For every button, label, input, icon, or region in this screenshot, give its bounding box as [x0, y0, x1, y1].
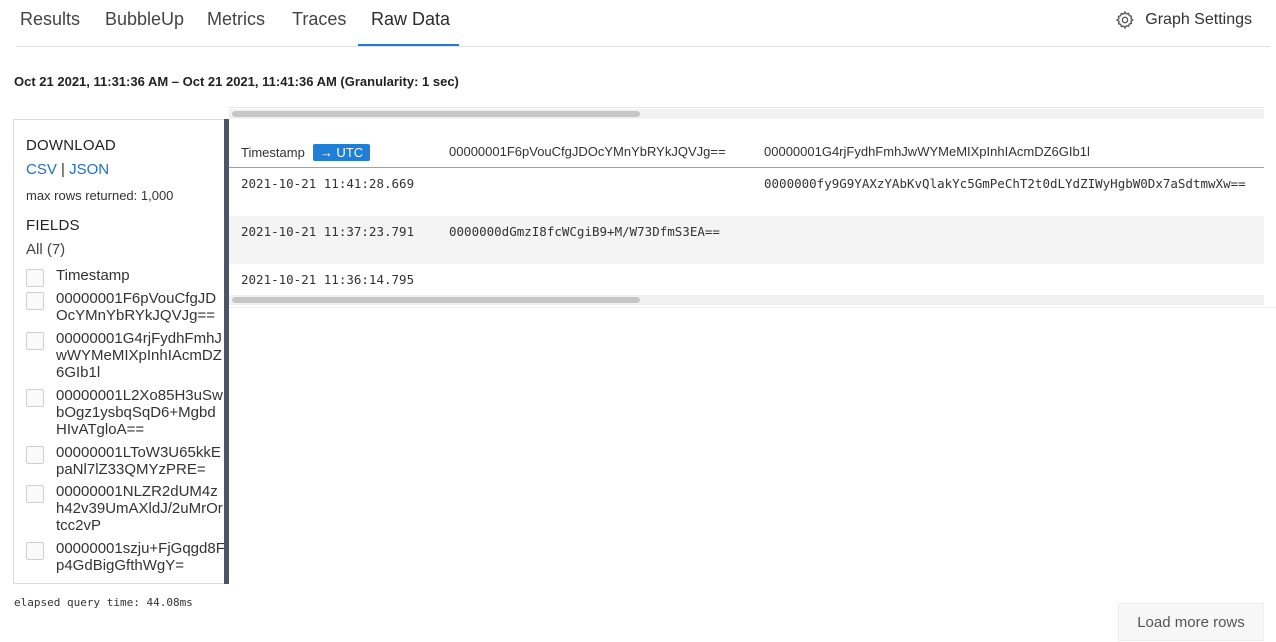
table-cell-timestamp: 2021-10-21 11:37:23.791 [241, 224, 415, 239]
table-cell: 0000000dGmzI8fcWCgiB9+M/W73DfmS3EA== [449, 224, 720, 239]
scrollbar-thumb[interactable] [232, 297, 640, 303]
field-checkbox[interactable] [26, 389, 44, 407]
table-cell: 0000000fy9G9YAXzYAbKvQlakYc5GmPeChT2t0dL… [764, 176, 1246, 191]
field-checkbox[interactable] [26, 292, 44, 310]
column-header-timestamp[interactable]: Timestamp → UTC [241, 144, 371, 161]
field-label: 00000001F6pVouCfgJDOcYMnYbRYkJQVJg== [56, 290, 217, 324]
field-item[interactable]: 00000001NLZR2dUM4zh42v39UmAXldJ/2uMrOrtc… [26, 483, 226, 534]
tab-bar-divider [16, 46, 1270, 47]
tab-bubbleup[interactable]: BubbleUp [105, 9, 184, 30]
column-header-label: Timestamp [241, 145, 305, 160]
field-label: 00000001LToW3U65kkEpaNl7lZ33QMYzPRE= [56, 444, 221, 478]
tab-results[interactable]: Results [20, 9, 80, 30]
tab-raw-data[interactable]: Raw Data [371, 9, 450, 30]
table-row: 2021-10-21 11:37:23.791 0000000dGmzI8fcW… [229, 216, 1264, 264]
field-item[interactable]: 00000001G4rjFydhFmhJwWYMeMIXpInhIAcmDZ6G… [26, 330, 226, 381]
field-checkbox[interactable] [26, 446, 44, 464]
utc-toggle-badge[interactable]: → UTC [312, 144, 371, 161]
field-item[interactable]: Timestamp [26, 267, 226, 287]
field-label: Timestamp [56, 267, 130, 284]
all-fields-toggle[interactable]: All (7) [26, 241, 65, 258]
elapsed-query-time: elapsed query time: 44.08ms [14, 596, 193, 609]
field-checkbox[interactable] [26, 542, 44, 560]
field-label: 00000001NLZR2dUM4zh42v39UmAXldJ/2uMrOrtc… [56, 483, 223, 534]
tab-traces[interactable]: Traces [292, 9, 346, 30]
horizontal-scrollbar-bottom[interactable] [229, 295, 1264, 305]
time-range: Oct 21 2021, 11:31:36 AM – Oct 21 2021, … [14, 74, 459, 89]
field-item[interactable]: 00000001szju+FjGqgd8Fp4GdBigGfthWgY= [26, 540, 226, 574]
table-row: 2021-10-21 11:41:28.669 0000000fy9G9YAXz… [229, 168, 1264, 216]
scrollbar-thumb[interactable] [232, 111, 640, 117]
max-rows-note: max rows returned: 1,000 [26, 188, 174, 203]
field-checkbox[interactable] [26, 269, 44, 287]
column-header[interactable]: 00000001F6pVouCfgJDOcYMnYbRYkJQVJg== [449, 144, 726, 159]
table-row: 2021-10-21 11:36:14.795 [229, 264, 1264, 295]
field-checkbox[interactable] [26, 332, 44, 350]
download-links: CSV | JSON [26, 161, 109, 178]
field-item[interactable]: 00000001F6pVouCfgJDOcYMnYbRYkJQVJg== [26, 290, 226, 324]
download-csv-link[interactable]: CSV [26, 161, 57, 178]
field-item[interactable]: 00000001L2Xo85H3uSwbOgz1ysbqSqD6+MgbdHIv… [26, 387, 226, 438]
field-label: 00000001G4rjFydhFmhJwWYMeMIXpInhIAcmDZ6G… [56, 330, 222, 381]
gear-icon [1115, 10, 1135, 30]
download-title: DOWNLOAD [26, 137, 116, 154]
load-more-rows-button[interactable]: Load more rows [1118, 603, 1264, 641]
field-label: 00000001szju+FjGqgd8Fp4GdBigGfthWgY= [56, 540, 225, 574]
download-json-link[interactable]: JSON [69, 161, 109, 178]
horizontal-scrollbar-top[interactable] [229, 109, 1264, 119]
table-header: Timestamp → UTC 00000001F6pVouCfgJDOcYMnY… [229, 120, 1264, 168]
table-bottom-divider [229, 307, 1276, 308]
graph-settings-button[interactable]: Graph Settings [1115, 10, 1252, 30]
tab-metrics[interactable]: Metrics [207, 9, 265, 30]
fields-panel: DOWNLOAD CSV | JSON max rows returned: 1… [13, 119, 227, 584]
fields-title: FIELDS [26, 217, 80, 234]
link-separator: | [61, 161, 65, 178]
field-checkbox[interactable] [26, 485, 44, 503]
table-cell-timestamp: 2021-10-21 11:36:14.795 [241, 272, 415, 287]
table-cell-timestamp: 2021-10-21 11:41:28.669 [241, 176, 415, 191]
field-label: 00000001L2Xo85H3uSwbOgz1ysbqSqD6+MgbdHIv… [56, 387, 223, 438]
raw-data-table: Timestamp → UTC 00000001F6pVouCfgJDOcYMnY… [229, 120, 1264, 295]
field-item[interactable]: 00000001LToW3U65kkEpaNl7lZ33QMYzPRE= [26, 444, 226, 478]
column-header[interactable]: 00000001G4rjFydhFmhJwWYMeMIXpInhIAcmDZ6G… [764, 144, 1090, 159]
tab-bar: Results BubbleUp Metrics Traces Raw Data… [0, 0, 1276, 47]
graph-settings-label: Graph Settings [1145, 11, 1252, 28]
